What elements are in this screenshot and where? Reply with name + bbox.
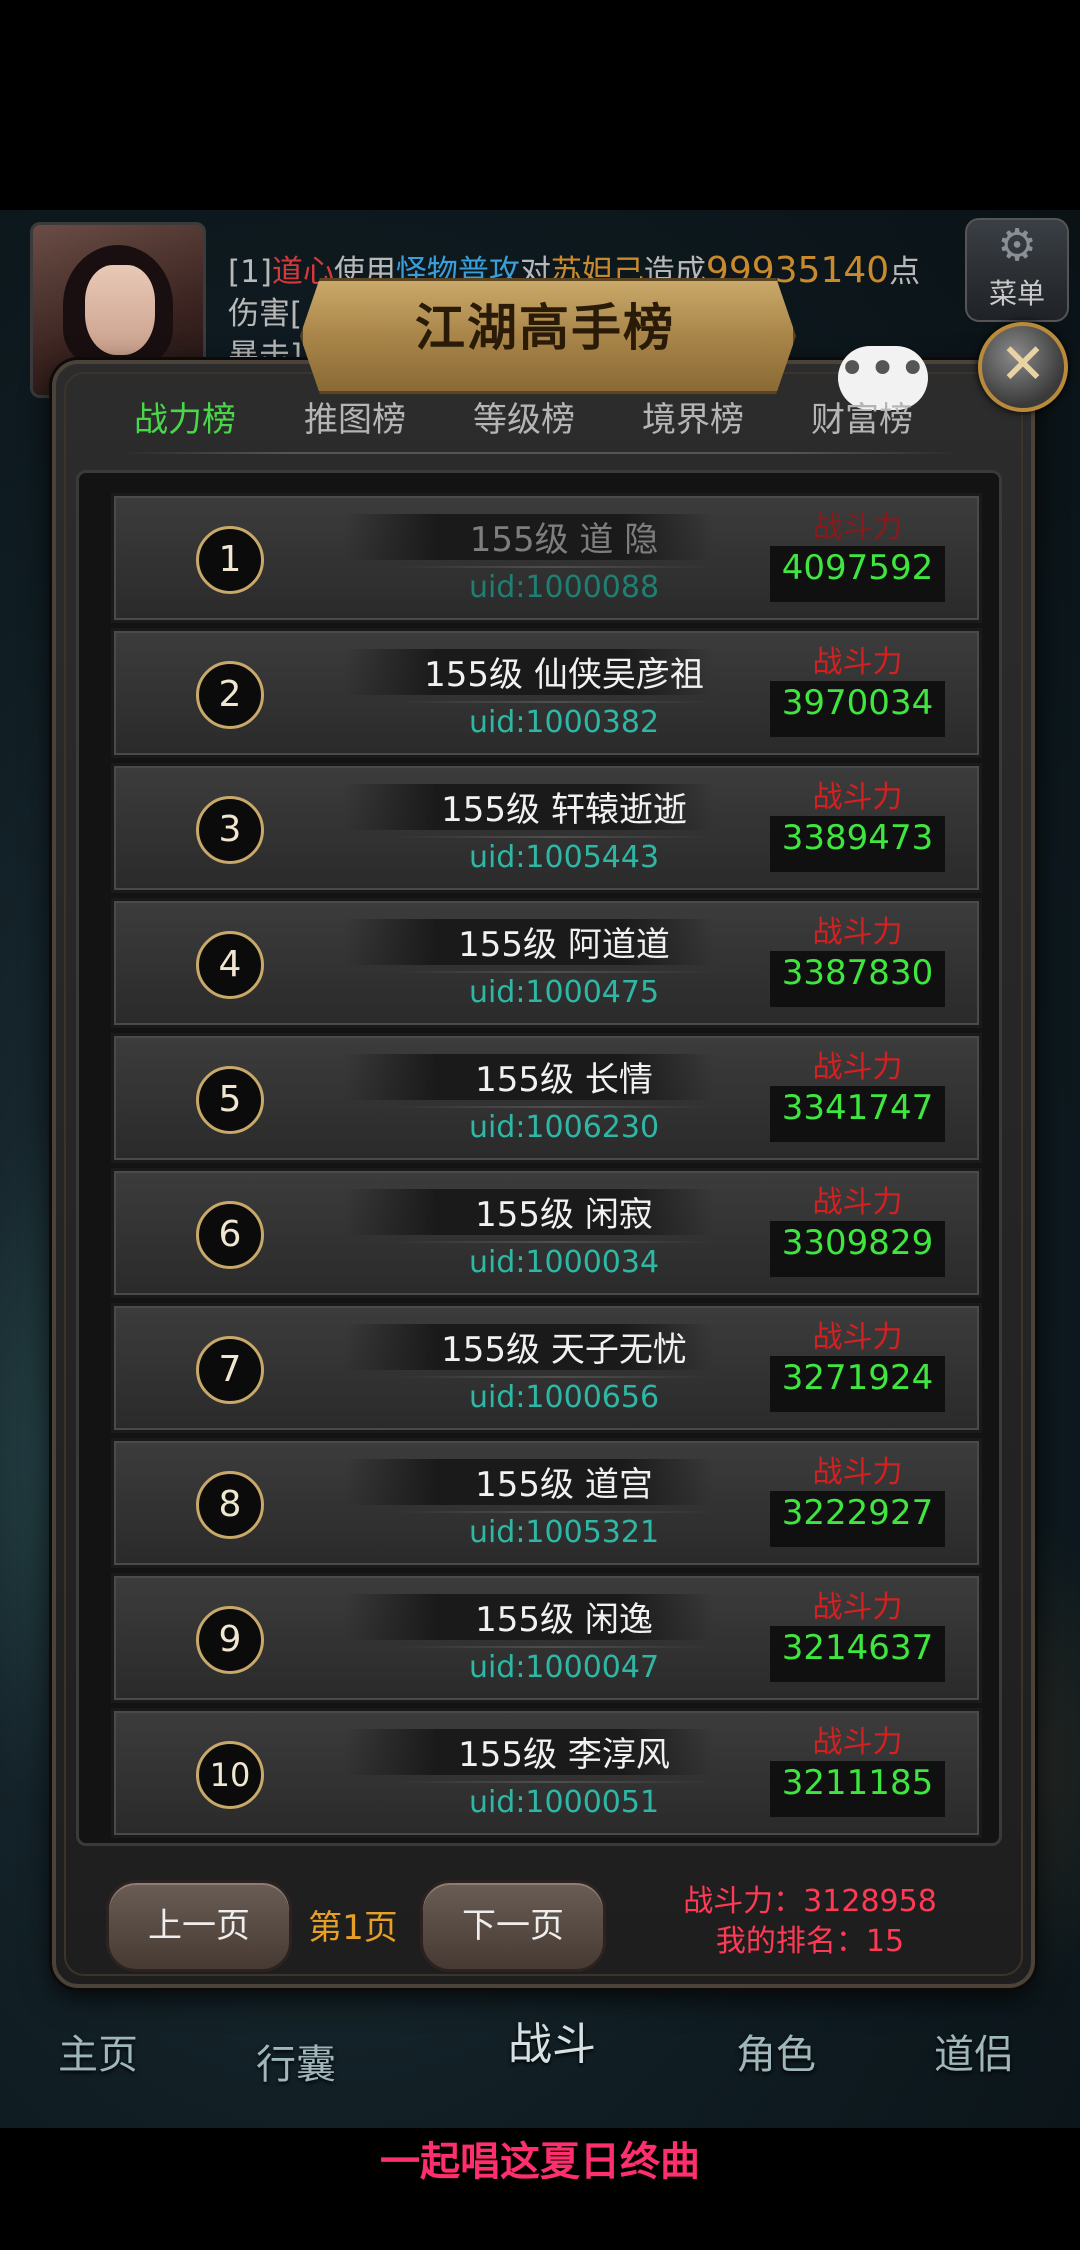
power-label: 战斗力	[812, 1590, 903, 1625]
power-value: 4097592	[781, 548, 934, 588]
dialog-title: 江湖高手榜	[415, 299, 675, 357]
player-name: 155级 长情	[475, 1060, 653, 1100]
power-value: 3389473	[781, 818, 934, 858]
rank-medal: 2	[196, 661, 264, 729]
power-label: 战斗力	[812, 1185, 903, 1220]
power-label: 战斗力	[812, 1725, 903, 1760]
ranking-row[interactable]: 3 155级 轩辕逝逝 uid:1005443 战斗力 3389473	[111, 763, 982, 893]
row-separator	[394, 836, 714, 838]
bottom-nav: 主页 行囊 战斗 角色 道侣	[0, 1990, 1080, 2130]
power-value: 3211185	[781, 1763, 934, 1803]
player-name: 155级 轩辕逝逝	[441, 790, 687, 830]
nav-battle[interactable]: 战斗	[462, 1980, 642, 2110]
player-uid: uid:1000656	[468, 1380, 660, 1415]
power-value: 3271924	[781, 1358, 934, 1398]
player-uid: uid:1005443	[468, 840, 660, 875]
avatar-face	[85, 265, 155, 355]
player-name: 155级 道宫	[475, 1465, 653, 1505]
power-value: 3222927	[781, 1493, 934, 1533]
player-uid: uid:1000051	[468, 1785, 660, 1820]
menu-button[interactable]: ⚙ 菜单	[965, 218, 1069, 322]
row-separator	[394, 1511, 714, 1513]
row-separator	[394, 1241, 714, 1243]
power-label: 战斗力	[812, 1320, 903, 1355]
player-name: 155级 阿道道	[458, 925, 670, 965]
nav-home[interactable]: 主页	[8, 1990, 188, 2120]
rank-medal: 5	[196, 1066, 264, 1134]
row-separator	[394, 971, 714, 973]
row-separator	[394, 566, 714, 568]
tab-stage[interactable]: 推图榜	[270, 390, 440, 450]
prev-page-button[interactable]: 上一页	[106, 1880, 292, 1972]
player-name: 155级 仙侠吴彦祖	[424, 655, 704, 695]
power-label: 战斗力	[812, 1050, 903, 1085]
my-rank: 我的排名：15	[715, 1924, 905, 1959]
player-name: 155级 道 隐	[469, 520, 659, 560]
rank-medal: 9	[196, 1606, 264, 1674]
power-label: 战斗力	[812, 510, 903, 545]
ranking-row[interactable]: 7 155级 天子无忧 uid:1000656 战斗力 3271924	[111, 1303, 982, 1433]
player-uid: uid:1000088	[468, 570, 660, 605]
page-indicator: 第1页	[308, 1908, 398, 1948]
next-page-button[interactable]: 下一页	[420, 1880, 606, 1972]
rank-medal: 1	[196, 526, 264, 594]
ranking-row[interactable]: 8 155级 道宫 uid:1005321 战斗力 3222927	[111, 1438, 982, 1568]
gear-icon: ⚙	[997, 220, 1037, 271]
ranking-row[interactable]: 10 155级 李淳风 uid:1000051 战斗力 3211185	[111, 1708, 982, 1838]
row-separator	[394, 1376, 714, 1378]
rank-medal: 6	[196, 1201, 264, 1269]
rank-medal: 10	[196, 1741, 264, 1809]
tab-wealth[interactable]: 财富榜	[777, 390, 947, 450]
player-name: 155级 天子无忧	[441, 1330, 687, 1370]
player-uid: uid:1005321	[468, 1515, 660, 1550]
tab-level[interactable]: 等级榜	[439, 390, 609, 450]
my-rank-info: 战斗力：3128958 我的排名：15	[650, 1882, 970, 1962]
nav-bag[interactable]: 行囊	[206, 2000, 386, 2130]
close-button[interactable]: ✕	[978, 322, 1068, 412]
ranking-row[interactable]: 5 155级 长情 uid:1006230 战斗力 3341747	[111, 1033, 982, 1163]
player-name: 155级 李淳风	[458, 1735, 670, 1775]
row-separator	[394, 1781, 714, 1783]
power-label: 战斗力	[812, 915, 903, 950]
tab-power[interactable]: 战力榜	[100, 390, 270, 450]
tab-realm[interactable]: 境界榜	[608, 390, 778, 450]
ranking-tabs: 战力榜 推图榜 等级榜 境界榜 财富榜	[100, 390, 980, 450]
tab-divider	[120, 452, 960, 454]
power-label: 战斗力	[812, 1455, 903, 1490]
player-uid: uid:1000475	[468, 975, 660, 1010]
ranking-row[interactable]: 9 155级 闲逸 uid:1000047 战斗力 3214637	[111, 1573, 982, 1703]
ranking-list[interactable]: 1 155级 道 隐 uid:1000088 战斗力 4097592 2 155…	[76, 470, 1002, 1846]
lyric-caption: 一起唱这夏日终曲	[0, 2130, 1080, 2250]
row-separator	[394, 1106, 714, 1108]
ranking-row[interactable]: 6 155级 闲寂 uid:1000034 战斗力 3309829	[111, 1168, 982, 1298]
player-uid: uid:1000382	[468, 705, 660, 740]
nav-partner[interactable]: 道侣	[884, 1990, 1064, 2120]
power-label: 战斗力	[812, 780, 903, 815]
ranking-row[interactable]: 1 155级 道 隐 uid:1000088 战斗力 4097592	[111, 493, 982, 623]
power-value: 3214637	[781, 1628, 934, 1668]
my-power: 战斗力：3128958	[683, 1884, 937, 1919]
power-label: 战斗力	[812, 645, 903, 680]
row-separator	[394, 1646, 714, 1648]
log-prefix: [1]	[228, 254, 272, 290]
row-separator	[394, 701, 714, 703]
power-value: 3970034	[781, 683, 934, 723]
player-uid: uid:1000047	[468, 1650, 660, 1685]
power-value: 3387830	[781, 953, 934, 993]
power-value: 3341747	[781, 1088, 934, 1128]
menu-label: 菜单	[988, 277, 1045, 310]
rank-medal: 4	[196, 931, 264, 999]
player-uid: uid:1006230	[468, 1110, 660, 1145]
rank-medal: 7	[196, 1336, 264, 1404]
player-name: 155级 闲寂	[475, 1195, 653, 1235]
player-name: 155级 闲逸	[475, 1600, 653, 1640]
rank-medal: 8	[196, 1471, 264, 1539]
power-value: 3309829	[781, 1223, 934, 1263]
rank-medal: 3	[196, 796, 264, 864]
player-uid: uid:1000034	[468, 1245, 660, 1280]
nav-character[interactable]: 角色	[686, 1990, 866, 2120]
ranking-row[interactable]: 4 155级 阿道道 uid:1000475 战斗力 3387830	[111, 898, 982, 1028]
ranking-row[interactable]: 2 155级 仙侠吴彦祖 uid:1000382 战斗力 3970034	[111, 628, 982, 758]
